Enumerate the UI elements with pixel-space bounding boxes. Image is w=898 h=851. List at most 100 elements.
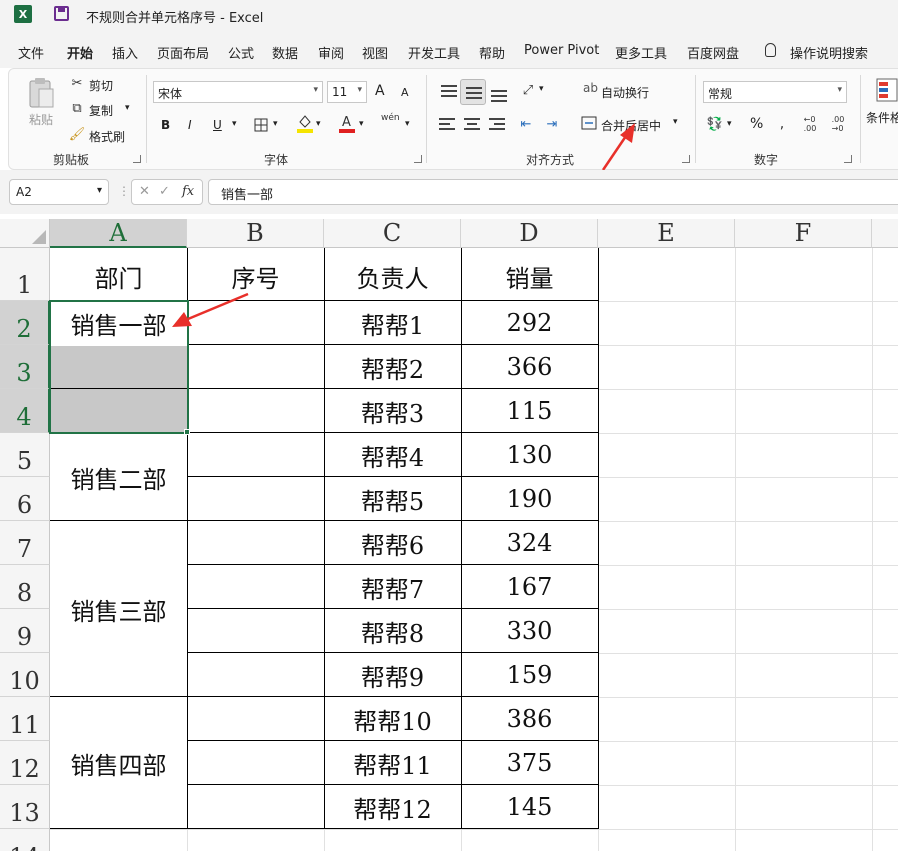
dept-cell[interactable]: 销售三部 (50, 521, 187, 697)
sales-cell[interactable]: 292 (461, 301, 598, 345)
dept-cell[interactable]: 销售四部 (50, 697, 187, 829)
bold-button[interactable]: B (161, 118, 170, 132)
row-header-13[interactable]: 13 (0, 785, 50, 829)
paste-icon[interactable] (27, 77, 55, 109)
font-size-select[interactable]: 11 ▾ (327, 81, 367, 103)
accounting-dropdown-icon[interactable]: ▾ (727, 119, 732, 129)
tab-baidu-netdisk[interactable]: 百度网盘 (687, 43, 739, 62)
merge-dropdown-icon[interactable]: ▾ (673, 117, 678, 127)
grow-font-button[interactable]: A (375, 83, 385, 99)
sales-cell[interactable]: 375 (461, 741, 598, 785)
owner-cell[interactable]: 帮帮2 (324, 345, 461, 389)
orientation-dropdown-icon[interactable]: ▾ (539, 84, 544, 94)
fill-handle[interactable] (184, 429, 190, 435)
row-header-14[interactable]: 14 (0, 829, 50, 851)
column-header-e[interactable]: E (598, 219, 735, 248)
owner-cell[interactable]: 帮帮4 (324, 433, 461, 477)
formula-input[interactable]: 销售一部 (208, 179, 898, 205)
paste-button[interactable]: 粘贴 (29, 111, 53, 128)
enter-icon[interactable]: ✓ (159, 184, 170, 199)
tab-data[interactable]: 数据 (272, 43, 298, 62)
seq-cell[interactable] (187, 653, 324, 697)
row-header-3[interactable]: 3 (0, 345, 50, 389)
font-color-icon[interactable]: A (338, 113, 356, 133)
number-format-select[interactable]: 常规 ▾ (703, 81, 847, 103)
sales-cell[interactable]: 386 (461, 697, 598, 741)
column-header-c[interactable]: C (324, 219, 461, 248)
comma-style-icon[interactable]: , (775, 115, 789, 133)
tab-page-layout[interactable]: 页面布局 (157, 43, 209, 62)
tab-view[interactable]: 视图 (362, 43, 388, 62)
align-center-button[interactable] (464, 115, 484, 133)
tab-power-pivot[interactable]: Power Pivot (524, 43, 599, 58)
tab-review[interactable]: 审阅 (318, 43, 344, 62)
row-header-8[interactable]: 8 (0, 565, 50, 609)
tab-insert[interactable]: 插入 (112, 43, 138, 62)
conditional-formatting-icon[interactable] (875, 77, 898, 103)
wrap-text-button[interactable]: 自动换行 (601, 84, 649, 101)
row-header-2[interactable]: 2 (0, 301, 50, 345)
align-bottom-button[interactable] (489, 81, 511, 103)
tab-developer[interactable]: 开发工具 (408, 43, 460, 62)
copy-dropdown-icon[interactable]: ▾ (125, 103, 130, 113)
font-color-dropdown-icon[interactable]: ▾ (359, 119, 364, 129)
italic-button[interactable]: I (188, 118, 192, 132)
row-header-4[interactable]: 4 (0, 389, 50, 433)
cut-button[interactable]: 剪切 (89, 77, 113, 94)
percent-style-button[interactable]: % (750, 116, 763, 132)
save-icon[interactable] (54, 6, 69, 21)
number-launcher-icon[interactable] (844, 155, 852, 163)
header-sales[interactable]: 销量 (461, 248, 598, 300)
owner-cell[interactable]: 帮帮10 (324, 697, 461, 741)
owner-cell[interactable]: 帮帮9 (324, 653, 461, 697)
seq-cell[interactable] (187, 609, 324, 653)
owner-cell[interactable]: 帮帮8 (324, 609, 461, 653)
sales-cell[interactable]: 324 (461, 521, 598, 565)
align-right-button[interactable] (489, 115, 509, 133)
column-header-g[interactable] (872, 219, 898, 248)
seq-cell[interactable] (187, 697, 324, 741)
column-header-f[interactable]: F (735, 219, 872, 248)
row-header-7[interactable]: 7 (0, 521, 50, 565)
column-header-b[interactable]: B (187, 219, 324, 248)
owner-cell[interactable]: 帮帮3 (324, 389, 461, 433)
decrease-decimal-icon[interactable]: .00 →0 (827, 113, 849, 135)
row-header-9[interactable]: 9 (0, 609, 50, 653)
seq-cell[interactable] (187, 345, 324, 389)
align-top-button[interactable] (439, 81, 461, 103)
increase-indent-icon[interactable]: ⇥ (541, 114, 563, 134)
increase-decimal-icon[interactable]: ←0.00 (799, 113, 821, 135)
accounting-format-icon[interactable]: 💱 (705, 115, 725, 133)
seq-cell[interactable] (187, 477, 324, 521)
seq-cell[interactable] (187, 433, 324, 477)
sales-cell[interactable]: 190 (461, 477, 598, 521)
column-header-a[interactable]: A (50, 219, 187, 248)
align-left-button[interactable] (439, 115, 459, 133)
alignment-launcher-icon[interactable] (682, 155, 690, 163)
sales-cell[interactable]: 115 (461, 389, 598, 433)
tab-help[interactable]: 帮助 (479, 43, 505, 62)
orientation-icon[interactable]: ⤢ (519, 81, 537, 99)
name-box[interactable]: A2 ▾ (9, 179, 109, 205)
sales-cell[interactable]: 159 (461, 653, 598, 697)
row-header-1[interactable]: 1 (0, 248, 50, 301)
conditional-formatting-button[interactable]: 条件格 (866, 109, 898, 126)
insert-function-button[interactable]: fx (182, 184, 194, 199)
row-header-10[interactable]: 10 (0, 653, 50, 697)
header-dept[interactable]: 部门 (50, 248, 187, 300)
sales-cell[interactable]: 330 (461, 609, 598, 653)
fill-color-dropdown-icon[interactable]: ▾ (316, 119, 321, 129)
owner-cell[interactable]: 帮帮7 (324, 565, 461, 609)
cancel-icon[interactable]: ✕ (139, 184, 150, 199)
owner-cell[interactable]: 帮帮11 (324, 741, 461, 785)
copy-button[interactable]: 复制 (89, 102, 113, 119)
phonetic-guide-button[interactable]: wén (381, 113, 400, 123)
row-header-6[interactable]: 6 (0, 477, 50, 521)
phonetic-dropdown-icon[interactable]: ▾ (405, 119, 410, 129)
row-header-11[interactable]: 11 (0, 697, 50, 741)
tell-me-search[interactable]: 操作说明搜索 (790, 43, 868, 62)
seq-cell[interactable] (187, 741, 324, 785)
font-launcher-icon[interactable] (414, 155, 422, 163)
owner-cell[interactable]: 帮帮1 (324, 301, 461, 345)
decrease-indent-icon[interactable]: ⇤ (515, 114, 537, 134)
